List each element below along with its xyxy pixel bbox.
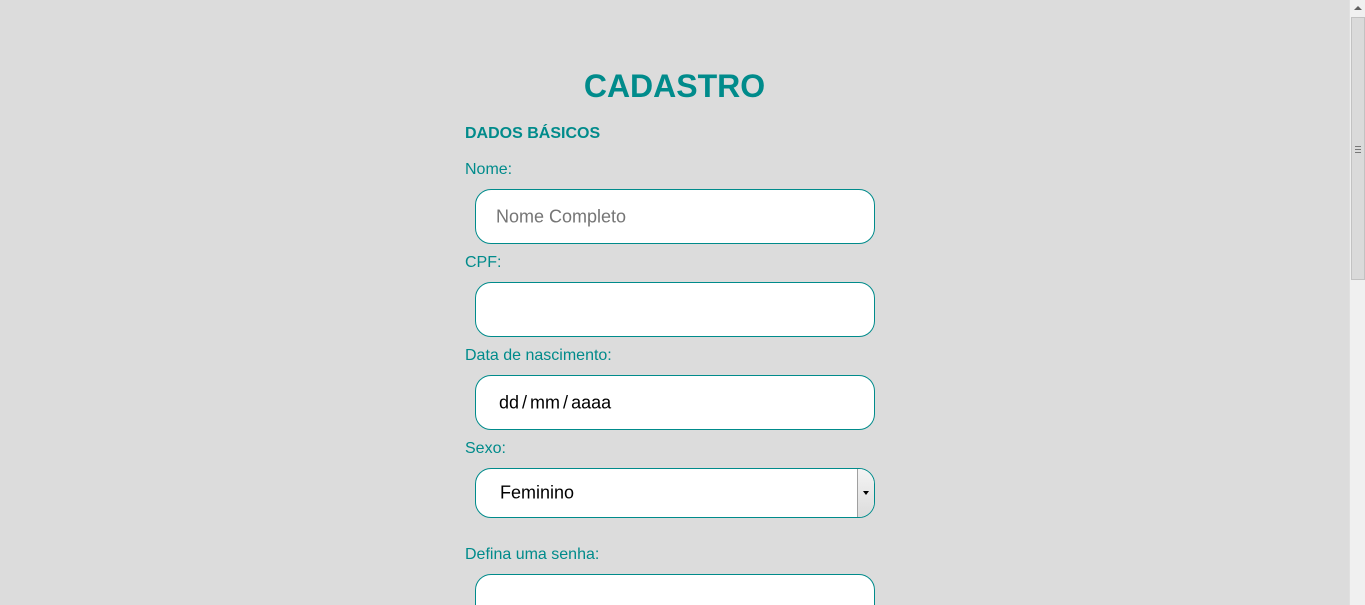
cpf-label: CPF: bbox=[465, 254, 502, 271]
chevron-down-icon[interactable] bbox=[857, 469, 874, 517]
date-separator: / bbox=[522, 392, 528, 412]
date-day-segment[interactable]: dd bbox=[499, 392, 519, 412]
data-nascimento-input[interactable]: dd / mm / aaaa bbox=[475, 375, 875, 430]
date-separator: / bbox=[563, 392, 569, 412]
date-placeholder: dd / mm / aaaa bbox=[499, 392, 611, 413]
vertical-scrollbar[interactable] bbox=[1349, 0, 1365, 605]
nome-input[interactable]: Nome Completo bbox=[475, 189, 875, 244]
nome-placeholder: Nome Completo bbox=[496, 206, 627, 226]
date-month-segment[interactable]: mm bbox=[530, 392, 560, 412]
section-title: DADOS BÁSICOS bbox=[465, 125, 601, 142]
page-title: CADASTRO bbox=[583, 68, 766, 104]
senha-input[interactable] bbox=[475, 574, 875, 605]
data-nascimento-label: Data de nascimento: bbox=[465, 347, 612, 364]
page: CADASTRO DADOS BÁSICOS Nome: Nome Comple… bbox=[0, 0, 1365, 605]
nome-label: Nome: bbox=[465, 161, 513, 178]
scroll-up-arrow-icon[interactable] bbox=[1350, 0, 1365, 17]
senha-label: Defina uma senha: bbox=[465, 546, 600, 563]
date-year-segment[interactable]: aaaa bbox=[571, 392, 611, 412]
sexo-select[interactable]: Feminino bbox=[475, 468, 875, 518]
cpf-input[interactable] bbox=[475, 282, 875, 337]
grip-icon bbox=[1355, 146, 1361, 153]
sexo-label: Sexo: bbox=[465, 440, 506, 457]
scrollbar-thumb[interactable] bbox=[1351, 17, 1365, 280]
sexo-selected-value: Feminino bbox=[500, 482, 575, 503]
